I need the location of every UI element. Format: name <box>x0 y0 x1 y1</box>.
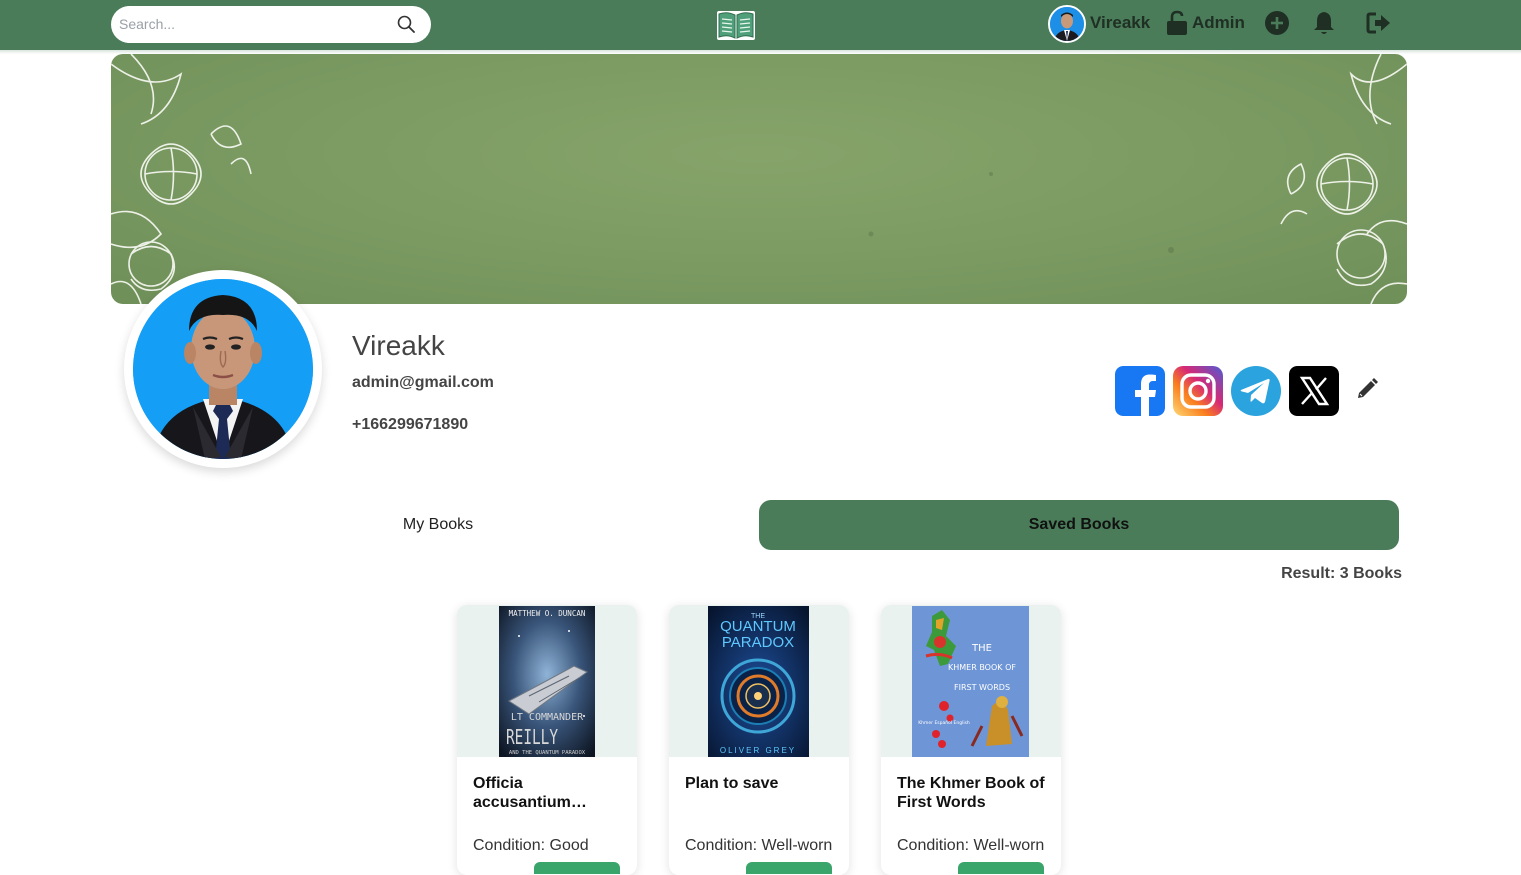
cover-langs: Khmer Español English <box>918 720 970 726</box>
book-cover-area: THE QUANTUM PARADOX OLIVER GREY <box>669 605 849 757</box>
profile-photo <box>133 279 313 459</box>
cover-line2: PARADOX <box>722 634 794 651</box>
tab-my-books[interactable]: My Books <box>118 500 758 550</box>
book-action-button[interactable] <box>746 862 832 874</box>
x-icon[interactable] <box>1289 366 1339 416</box>
book-card[interactable]: THE KHMER BOOK OF FIRST WORDS Khmer Espa… <box>881 605 1061 875</box>
book-title[interactable]: Plan to save <box>685 774 845 793</box>
book-title[interactable]: The Khmer Book of First Words <box>897 774 1057 812</box>
book-title[interactable]: Officia accusantium… <box>473 774 633 812</box>
book-action-button[interactable] <box>958 862 1044 874</box>
bell-icon[interactable] <box>1312 10 1336 36</box>
avatar-image <box>1050 7 1084 41</box>
instagram-icon[interactable] <box>1173 366 1223 416</box>
profile-email: admin@gmail.com <box>352 374 494 391</box>
floral-pattern-decoration <box>111 54 1407 304</box>
profile-cover-banner <box>111 54 1407 304</box>
logout-icon[interactable] <box>1366 11 1392 35</box>
cover-author: MATTHEW O. DUNCAN <box>509 609 586 618</box>
cover-line1: LT COMMANDER <box>511 712 584 723</box>
cover-line2: REILLY <box>506 725 558 749</box>
navbar-admin-link[interactable]: Admin <box>1192 13 1245 33</box>
cover-line1: QUANTUM <box>720 618 796 635</box>
book-action-button[interactable] <box>534 862 620 874</box>
book-card[interactable]: THE QUANTUM PARADOX OLIVER GREY Plan to … <box>669 605 849 875</box>
book-condition: Condition: Well-worn <box>685 837 833 854</box>
cover-line3: FIRST WORDS <box>954 683 1010 692</box>
plus-circle-icon[interactable] <box>1265 11 1289 35</box>
profile-avatar <box>124 270 322 468</box>
cover-line2: KHMER BOOK OF <box>948 663 1016 672</box>
facebook-icon[interactable] <box>1115 366 1165 416</box>
navbar-avatar[interactable] <box>1048 5 1086 43</box>
result-count: Result: 3 Books <box>1281 565 1402 582</box>
book-condition: Condition: Well-worn <box>897 837 1045 854</box>
profile-phone: +166299671890 <box>352 416 469 433</box>
book-card[interactable]: MATTHEW O. DUNCAN LT COMMANDER REILLY AN… <box>457 605 637 875</box>
book-cover-area: MATTHEW O. DUNCAN LT COMMANDER REILLY AN… <box>457 605 637 757</box>
cover-line3: AND THE QUANTUM PARADOX <box>509 750 586 756</box>
pencil-icon[interactable] <box>1355 377 1379 401</box>
book-cover-image[interactable]: THE QUANTUM PARADOX OLIVER GREY <box>708 606 809 757</box>
cover-author: OLIVER GREY <box>720 746 796 755</box>
book-cover-image[interactable]: THE KHMER BOOK OF FIRST WORDS Khmer Espa… <box>912 606 1029 757</box>
lock-icon <box>1167 10 1187 35</box>
tab-saved-books[interactable]: Saved Books <box>759 500 1399 550</box>
book-cover-image[interactable]: MATTHEW O. DUNCAN LT COMMANDER REILLY AN… <box>499 606 595 757</box>
telegram-icon[interactable] <box>1231 366 1281 416</box>
search-icon[interactable] <box>397 15 415 33</box>
book-cover-area: THE KHMER BOOK OF FIRST WORDS Khmer Espa… <box>881 605 1061 757</box>
book-condition: Condition: Good <box>473 837 589 854</box>
profile-name: Vireakk <box>352 330 445 361</box>
search-box[interactable] <box>111 6 431 43</box>
book-logo-icon[interactable] <box>716 8 756 42</box>
navbar-username[interactable]: Vireakk <box>1090 13 1150 33</box>
search-input[interactable] <box>119 14 389 34</box>
cover-line1: THE <box>971 643 992 654</box>
